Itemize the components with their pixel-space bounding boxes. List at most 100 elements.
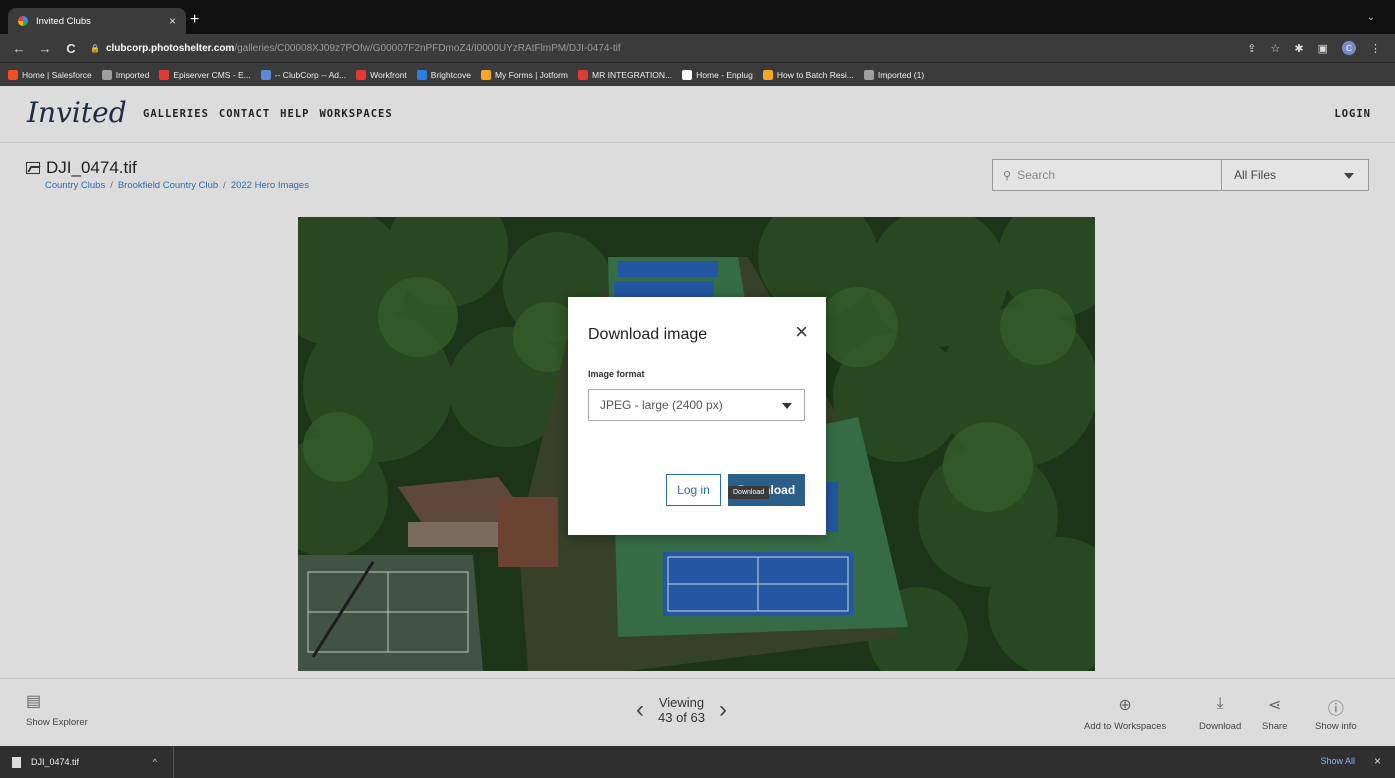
login-link[interactable]: LOGIN — [1334, 108, 1371, 120]
pager: ‹ Viewing 43 of 63 › — [636, 695, 727, 725]
extensions-icon[interactable]: ✱ — [1294, 42, 1303, 55]
show-all-downloads-link[interactable]: Show All — [1320, 756, 1355, 766]
bookmark-item[interactable]: Home - Enplug — [682, 69, 753, 80]
breadcrumb: Country Clubs / Brookfield Country Club … — [45, 180, 309, 191]
breadcrumb-hero-images[interactable]: 2022 Hero Images — [231, 180, 309, 191]
file-filter-value: All Files — [1234, 168, 1277, 182]
browser-tab[interactable]: Invited Clubs × — [8, 8, 186, 34]
image-format-value: JPEG - large (2400 px) — [600, 398, 723, 412]
modal-title: Download image — [588, 326, 708, 343]
show-info-button[interactable]: ⓘ Show info — [1315, 695, 1357, 732]
profile-avatar[interactable]: C — [1342, 41, 1356, 55]
bookmark-favicon-icon — [682, 69, 693, 80]
login-button[interactable]: Log in — [666, 474, 721, 506]
share-button[interactable]: ⋖ Share — [1262, 695, 1287, 732]
show-explorer-button[interactable]: ▤ Show Explorer — [26, 691, 88, 728]
file-filter-select[interactable]: All Files — [1222, 159, 1369, 191]
bookmark-item[interactable]: My Forms | Jotform — [480, 69, 569, 80]
chevron-up-icon[interactable]: ^ — [153, 757, 157, 767]
search-box[interactable]: ⚲ — [992, 159, 1222, 191]
image-file-icon — [26, 162, 40, 174]
bookmark-label: Imported — [115, 69, 150, 80]
bookmark-label: -- ClubCorp -- Ad... — [274, 69, 347, 80]
bookmark-item[interactable]: Imported (1) — [863, 69, 925, 80]
url-host: clubcorp.photoshelter.com — [105, 42, 235, 54]
bookmark-label: Imported (1) — [877, 69, 925, 80]
bookmark-label: MR INTEGRATION... — [592, 69, 673, 80]
tab-search-icon[interactable]: ⌄ — [1367, 12, 1375, 23]
lock-icon: 🔒 — [90, 43, 100, 53]
bookmark-item[interactable]: Workfront — [356, 69, 407, 80]
page-title: DJI_0474.tif — [26, 158, 137, 178]
bookmark-label: Episerver CMS - E... — [173, 69, 251, 80]
bookmark-label: How to Batch Resi... — [776, 69, 854, 80]
bookmark-item[interactable]: MR INTEGRATION... — [578, 69, 673, 80]
bookmark-favicon-icon — [8, 69, 18, 80]
new-tab-button[interactable]: + — [190, 12, 199, 28]
nav-contact[interactable]: CONTACT — [219, 108, 270, 120]
site-header: Invited GALLERIES CONTACT HELP WORKSPACE… — [0, 86, 1395, 143]
bookmark-item[interactable]: Home | Salesforce — [8, 69, 92, 80]
nav-workspaces[interactable]: WORKSPACES — [319, 108, 392, 120]
image-format-select[interactable]: JPEG - large (2400 px) — [588, 389, 805, 421]
next-arrow-icon[interactable]: › — [719, 698, 727, 722]
bookmark-label: Home - Enplug — [696, 69, 753, 80]
download-label: Download — [1199, 721, 1242, 732]
bookmark-item[interactable]: -- ClubCorp -- Ad... — [260, 69, 347, 80]
breadcrumb-country-clubs[interactable]: Country Clubs — [45, 180, 105, 191]
bookmark-label: My Forms | Jotform — [494, 69, 569, 80]
back-arrow-icon[interactable]: ← — [12, 41, 26, 56]
bookmark-favicon-icon — [159, 69, 170, 80]
nav-help[interactable]: HELP — [280, 108, 309, 120]
share-icon: ⋖ — [1267, 697, 1282, 714]
downloaded-file-item[interactable]: DJI_0474.tif ^ — [0, 746, 174, 778]
breadcrumb-separator: / — [110, 180, 113, 191]
address-bar[interactable]: 🔒 clubcorp.photoshelter.com /galleries/C… — [90, 38, 1247, 58]
bookmark-item[interactable]: How to Batch Resi... — [762, 69, 854, 80]
bookmark-favicon-icon — [578, 69, 589, 80]
image-format-label: Image format — [588, 369, 645, 379]
viewing-count: 43 of 63 — [658, 710, 705, 725]
breadcrumb-brookfield[interactable]: Brookfield Country Club — [118, 180, 218, 191]
close-icon[interactable]: × — [795, 321, 808, 343]
bookmark-favicon-icon — [101, 69, 112, 80]
browser-menu-icon[interactable]: ⋮ — [1370, 42, 1381, 55]
forward-arrow-icon[interactable]: → — [38, 41, 52, 56]
search-icon: ⚲ — [1003, 169, 1012, 182]
show-info-label: Show info — [1315, 721, 1357, 732]
bookmark-label: Brightcove — [430, 69, 471, 80]
bookmark-item[interactable]: Episerver CMS - E... — [159, 69, 251, 80]
chevron-down-icon — [1344, 173, 1354, 179]
bookmark-favicon-icon — [762, 69, 773, 80]
bookmark-favicon-icon — [863, 69, 874, 80]
document-icon: ▤ — [26, 693, 42, 710]
invited-logo[interactable]: Invited — [27, 96, 127, 129]
nav-galleries[interactable]: GALLERIES — [143, 108, 209, 120]
bookmark-item[interactable]: Imported — [101, 69, 150, 80]
url-path: /galleries/C00008XJ09z7POfw/G00007F2nPFD… — [234, 42, 621, 54]
bookmark-star-icon[interactable]: ☆ — [1271, 42, 1281, 55]
browser-tabstrip: Invited Clubs × + ⌄ — [0, 0, 1395, 34]
viewer-bottom-bar: ▤ Show Explorer ‹ Viewing 43 of 63 › ⊕ A… — [0, 678, 1395, 746]
previous-arrow-icon[interactable]: ‹ — [636, 698, 644, 722]
download-modal: Download image × Image format JPEG - lar… — [568, 297, 826, 535]
bookmark-favicon-icon — [356, 69, 367, 80]
browser-toolbar: ← → C 🔒 clubcorp.photoshelter.com /galle… — [0, 34, 1395, 62]
bookmark-favicon-icon — [416, 69, 427, 80]
download-toolbar-button[interactable]: ⤓ Download — [1199, 695, 1241, 732]
add-workspace-icon: ⊕ — [1118, 697, 1132, 714]
add-to-workspaces-button[interactable]: ⊕ Add to Workspaces — [1084, 695, 1166, 732]
close-shelf-icon[interactable]: × — [1374, 754, 1381, 768]
reload-icon[interactable]: C — [64, 41, 78, 56]
add-to-workspaces-label: Add to Workspaces — [1084, 721, 1167, 732]
side-panel-icon[interactable]: ▣ — [1318, 42, 1328, 55]
download-shelf: DJI_0474.tif ^ Show All × — [0, 746, 1395, 778]
downloaded-file-name: DJI_0474.tif — [31, 757, 80, 767]
tab-close-icon[interactable]: × — [169, 14, 176, 28]
bookmark-label: Home | Salesforce — [22, 69, 92, 80]
bookmark-label: Workfront — [370, 69, 407, 80]
bookmark-favicon-icon — [260, 69, 271, 80]
search-input[interactable] — [1017, 168, 1198, 182]
share-page-icon[interactable]: ⇪ — [1247, 42, 1256, 55]
bookmark-item[interactable]: Brightcove — [416, 69, 471, 80]
